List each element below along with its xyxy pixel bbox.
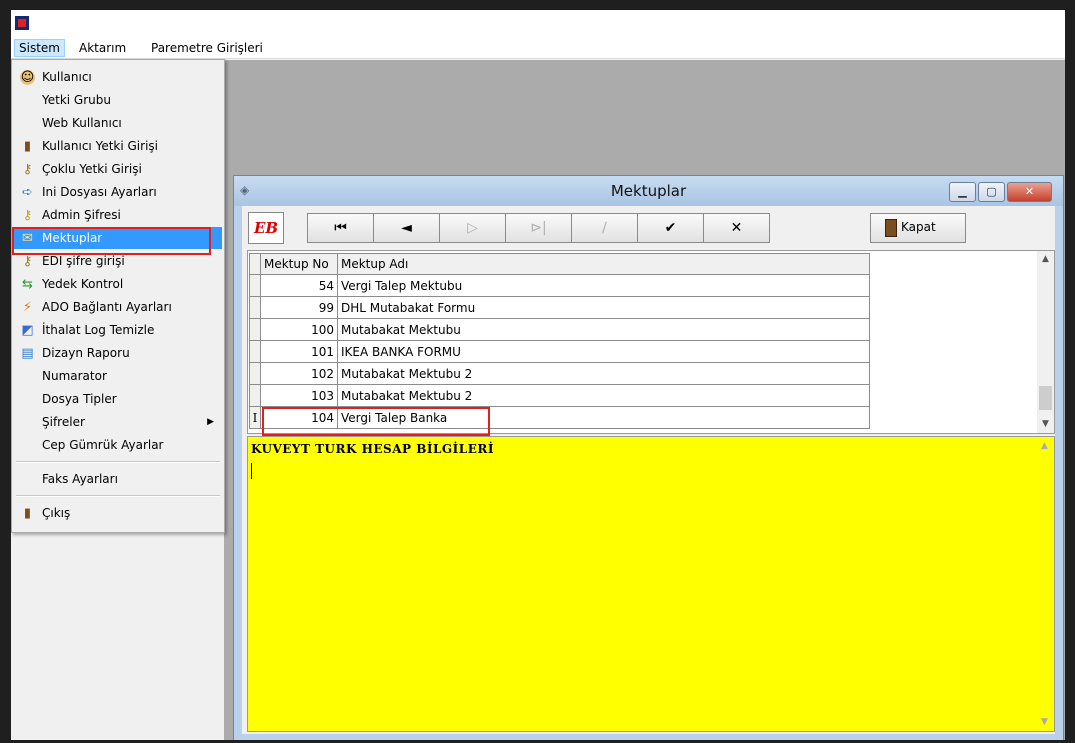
connection-icon: ⚡ bbox=[22, 300, 33, 315]
scroll-up-icon[interactable]: ▲ bbox=[1041, 441, 1048, 451]
door-icon: ▮ bbox=[23, 506, 32, 521]
menu-item-dosya-tipler[interactable]: Dosya Tipler bbox=[14, 388, 222, 410]
menu-item-ado-baglanti-ayarlari[interactable]: ⚡ ADO Bağlantı Ayarları bbox=[14, 296, 222, 318]
cell-mektup-adi[interactable]: Mutabakat Mektubu 2 bbox=[337, 384, 870, 407]
menu-item-web-kullanici[interactable]: Web Kullanıcı bbox=[14, 112, 222, 134]
memo-vertical-scrollbar[interactable]: ▲ ▼ bbox=[1037, 437, 1054, 731]
mektup-content-editor[interactable]: KUVEYT TURK HESAP BİLGİLERİ ▲ ▼ bbox=[247, 436, 1055, 732]
edit-icon: ∕ bbox=[602, 220, 607, 236]
menu-separator bbox=[16, 461, 220, 463]
menu-item-faks-ayarlari[interactable]: Faks Ayarları bbox=[14, 468, 222, 490]
row-indicator: I bbox=[249, 406, 261, 429]
menu-item-sifreler[interactable]: Şifreler ▶ bbox=[14, 411, 222, 433]
menu-item-kullanici-yetki-girisi[interactable]: ▮ Kullanıcı Yetki Girişi bbox=[14, 135, 222, 157]
menu-item-admin-sifresi[interactable]: ⚷ Admin Şifresi bbox=[14, 204, 222, 226]
report-icon: ▤ bbox=[21, 346, 34, 361]
cell-mektup-adi[interactable]: DHL Mutabakat Formu bbox=[337, 296, 870, 319]
post-record-button[interactable]: ✔ bbox=[637, 213, 704, 243]
menubar: Sistem Aktarım Paremetre Girişleri bbox=[11, 38, 1065, 59]
eb-logo: EB bbox=[248, 212, 284, 244]
mektuplar-highlight-box bbox=[12, 227, 211, 255]
text-caret bbox=[251, 463, 252, 479]
menu-separator bbox=[16, 495, 220, 497]
scroll-thumb[interactable] bbox=[1039, 386, 1052, 410]
mektup-content-text[interactable]: KUVEYT TURK HESAP BİLGİLERİ bbox=[251, 442, 494, 456]
mektuplar-titlebar[interactable]: ◈ Mektuplar ▁ ▢ ✕ bbox=[234, 176, 1063, 206]
application-window: Sistem Aktarım Paremetre Girişleri ☺ Kul… bbox=[11, 10, 1065, 740]
column-header-mektup-no[interactable]: Mektup No bbox=[260, 253, 338, 275]
sistem-dropdown-menu: ☺ Kullanıcı Yetki Grubu Web Kullanıcı ▮ … bbox=[11, 59, 225, 533]
mektup-table: Mektup No Mektup Adı 54 Vergi Talep Mekt… bbox=[249, 253, 870, 429]
mektuplar-window: ◈ Mektuplar ▁ ▢ ✕ EB ⏮ ◄ ▷ ⊳| ∕ ✔ ✕ Kapa… bbox=[233, 175, 1064, 740]
menu-item-cep-gumruk-ayarlar[interactable]: Cep Gümrük Ayarlar bbox=[14, 434, 222, 456]
key-icon: ⚷ bbox=[22, 208, 33, 223]
table-row[interactable]: 101 IKEA BANKA FORMU bbox=[249, 340, 870, 363]
cell-mektup-adi[interactable]: Vergi Talep Mektubu bbox=[337, 274, 870, 297]
file-arrow-icon: ➪ bbox=[22, 185, 33, 200]
menu-item-coklu-yetki-girisi[interactable]: ⚷ Çoklu Yetki Girişi bbox=[14, 158, 222, 180]
window-title: Mektuplar bbox=[610, 182, 687, 200]
clean-icon: ◩ bbox=[21, 323, 34, 338]
scroll-up-icon[interactable]: ▲ bbox=[1037, 251, 1054, 268]
menu-aktarim[interactable]: Aktarım bbox=[75, 40, 130, 56]
cell-mektup-no[interactable]: 103 bbox=[260, 384, 338, 407]
table-row[interactable]: 103 Mutabakat Mektubu 2 bbox=[249, 384, 870, 407]
kapat-button[interactable]: Kapat bbox=[870, 213, 966, 243]
menu-item-cikis[interactable]: ▮ Çıkış bbox=[14, 502, 222, 524]
cell-mektup-no[interactable]: 101 bbox=[260, 340, 338, 363]
close-button[interactable]: ✕ bbox=[1007, 182, 1052, 202]
menu-item-dizayn-raporu[interactable]: ▤ Dizayn Raporu bbox=[14, 342, 222, 364]
cell-mektup-no[interactable]: 99 bbox=[260, 296, 338, 319]
current-row-highlight-box bbox=[262, 407, 490, 436]
cell-mektup-adi[interactable]: IKEA BANKA FORMU bbox=[337, 340, 870, 363]
mektuplar-body: EB ⏮ ◄ ▷ ⊳| ∕ ✔ ✕ Kapat Mektup No Mektup… bbox=[242, 206, 1055, 734]
prior-record-button[interactable]: ◄ bbox=[373, 213, 440, 243]
app-titlebar bbox=[11, 10, 1065, 38]
scroll-down-icon[interactable]: ▼ bbox=[1037, 416, 1054, 433]
backup-icon: ⇆ bbox=[22, 277, 33, 292]
menu-item-yetki-grubu[interactable]: Yetki Grubu bbox=[14, 89, 222, 111]
table-header-row: Mektup No Mektup Adı bbox=[249, 253, 870, 275]
door-icon: ▮ bbox=[23, 139, 32, 154]
cell-mektup-no[interactable]: 102 bbox=[260, 362, 338, 385]
last-record-button[interactable]: ⊳| bbox=[505, 213, 572, 243]
submenu-arrow-icon: ▶ bbox=[207, 417, 214, 427]
mektup-grid[interactable]: Mektup No Mektup Adı 54 Vergi Talep Mekt… bbox=[247, 250, 1055, 436]
app-icon bbox=[15, 16, 29, 30]
first-icon: ⏮ bbox=[334, 220, 347, 236]
user-icon: ☺ bbox=[20, 70, 35, 85]
menu-item-yedek-kontrol[interactable]: ⇆ Yedek Kontrol bbox=[14, 273, 222, 295]
table-row[interactable]: 102 Mutabakat Mektubu 2 bbox=[249, 362, 870, 385]
menu-item-numarator[interactable]: Numarator bbox=[14, 365, 222, 387]
door-icon bbox=[885, 219, 897, 237]
prior-icon: ◄ bbox=[401, 220, 412, 236]
cell-mektup-no[interactable]: 100 bbox=[260, 318, 338, 341]
cell-mektup-adi[interactable]: Mutabakat Mektubu 2 bbox=[337, 362, 870, 385]
table-row[interactable]: 100 Mutabakat Mektubu bbox=[249, 318, 870, 341]
minimize-button[interactable]: ▁ bbox=[949, 182, 976, 202]
column-header-mektup-adi[interactable]: Mektup Adı bbox=[337, 253, 870, 275]
maximize-button[interactable]: ▢ bbox=[978, 182, 1005, 202]
next-icon: ▷ bbox=[467, 220, 478, 236]
first-record-button[interactable]: ⏮ bbox=[307, 213, 374, 243]
menu-parametre-girisleri[interactable]: Paremetre Girişleri bbox=[147, 40, 267, 56]
edit-record-button[interactable]: ∕ bbox=[571, 213, 638, 243]
key-icon: ⚷ bbox=[22, 162, 33, 177]
key-icon: ⚷ bbox=[22, 254, 33, 269]
cell-mektup-no[interactable]: 54 bbox=[260, 274, 338, 297]
cross-icon: ✕ bbox=[730, 220, 743, 236]
menu-item-ithalat-log-temizle[interactable]: ◩ İthalat Log Temizle bbox=[14, 319, 222, 341]
menu-sistem[interactable]: Sistem bbox=[14, 39, 65, 57]
checkmark-icon: ✔ bbox=[664, 220, 677, 236]
cancel-record-button[interactable]: ✕ bbox=[703, 213, 770, 243]
last-icon: ⊳| bbox=[530, 220, 547, 236]
scroll-down-icon[interactable]: ▼ bbox=[1041, 717, 1048, 727]
menu-item-kullanici[interactable]: ☺ Kullanıcı bbox=[14, 66, 222, 88]
table-row[interactable]: 99 DHL Mutabakat Formu bbox=[249, 296, 870, 319]
table-row[interactable]: 54 Vergi Talep Mektubu bbox=[249, 274, 870, 297]
next-record-button[interactable]: ▷ bbox=[439, 213, 506, 243]
grid-vertical-scrollbar[interactable]: ▲ ▼ bbox=[1037, 251, 1054, 433]
menu-item-ini-dosyasi-ayarlari[interactable]: ➪ Ini Dosyası Ayarları bbox=[14, 181, 222, 203]
cell-mektup-adi[interactable]: Mutabakat Mektubu bbox=[337, 318, 870, 341]
